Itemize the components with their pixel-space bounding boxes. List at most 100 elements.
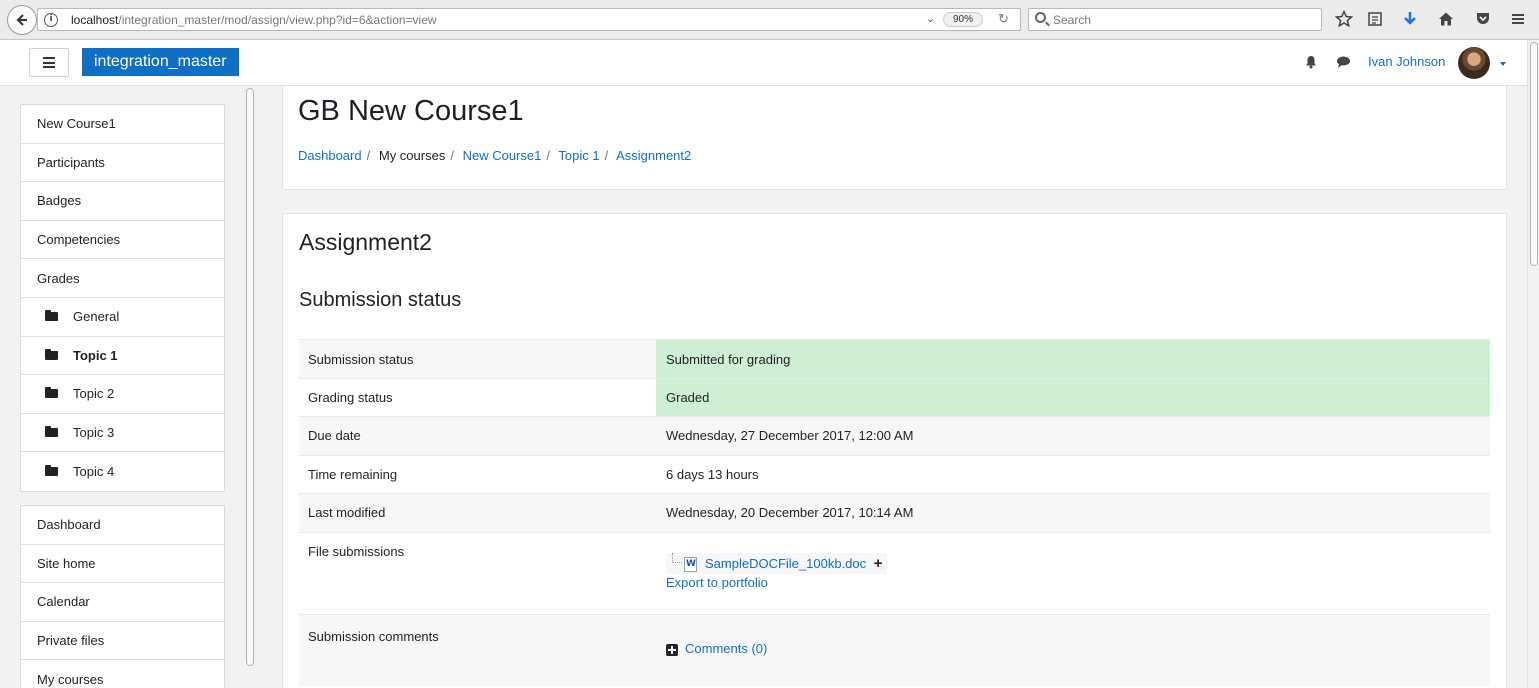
expand-comments-icon[interactable] [666,643,678,656]
sidebar-scrollbar-thumb[interactable] [246,88,254,666]
sidebar-item-calendar[interactable]: Calendar [21,583,224,622]
table-row: File submissions SampleDOCFile_100kb.doc… [299,532,1490,614]
menu-icon[interactable] [1508,9,1528,29]
home-icon[interactable] [1436,9,1456,29]
row-label: Due date [308,428,361,443]
browser-search-input[interactable]: Search [1028,8,1322,31]
sidebar-item-label: General [73,309,120,325]
sidebar-item-general[interactable]: General [21,298,224,337]
user-menu-name[interactable]: Ivan Johnson [1368,54,1445,69]
user-menu-caret-icon[interactable] [1500,62,1506,66]
breadcrumb-assignment[interactable]: Assignment2 [616,148,691,163]
sidebar-item-my-courses[interactable]: My courses [21,660,224,688]
row-value: Wednesday, 20 December 2017, 10:14 AM [666,505,914,520]
back-arrow-icon [16,14,27,26]
breadcrumb-topic[interactable]: Topic 1 [558,148,599,163]
row-label: Time remaining [308,467,398,482]
sidebar-item-site-home[interactable]: Site home [21,545,224,584]
back-button[interactable] [7,5,37,35]
row-value: 6 days 13 hours [666,467,759,482]
search-icon [1035,12,1046,23]
browser-toolbar: i localhost/integration_master/mod/assig… [0,0,1539,40]
sidebar-scrollbar[interactable] [244,88,256,668]
breadcrumb-course[interactable]: New Course1 [463,148,542,163]
breadcrumb-dashboard[interactable]: Dashboard [298,148,362,163]
breadcrumb-separator: / [546,148,550,163]
sidebar-item-private-files[interactable]: Private files [21,622,224,661]
breadcrumb-separator: / [604,148,609,163]
site-navbar: integration_master [0,40,1527,86]
url-text[interactable]: localhost/integration_master/mod/assign/… [71,13,437,27]
sidebar-item-label: Site home [37,555,96,571]
submission-status-table: Submission status Submitted for grading … [299,339,1490,686]
table-row: Grading status Graded [299,378,1490,416]
site-name-link[interactable]: integration_master [82,48,239,76]
zoom-indicator[interactable]: 90% [943,12,983,27]
row-value: Wednesday, 27 December 2017, 12:00 AM [666,428,914,443]
comments-link[interactable]: Comments (0) [685,641,767,656]
folder-icon [45,310,58,322]
sidebar-item-topic-3[interactable]: Topic 3 [21,414,224,453]
file-options-plus-icon[interactable]: + [874,555,883,572]
folder-icon [45,426,58,438]
section-title: Submission status [299,289,462,311]
table-row: Submission status Submitted for grading [299,339,1490,378]
url-history-dropdown-icon[interactable]: ⌄ [926,12,935,25]
word-document-icon [684,557,697,573]
notifications-bell-icon[interactable] [1304,55,1318,69]
sidebar-item-new-course1[interactable]: New Course1 [21,105,224,144]
sidebar-item-grades[interactable]: Grades [21,259,224,298]
sidebar-item-label: Topic 4 [73,464,115,480]
page-scrollbar[interactable] [1527,40,1539,688]
table-row: Last modified Wednesday, 20 December 201… [299,493,1490,532]
hamburger-bar [43,66,55,68]
breadcrumb-separator: / [366,148,371,163]
sidebar-item-competencies[interactable]: Competencies [21,221,224,260]
row-label: Submission comments [308,629,439,644]
site-nav-block: Dashboard Site home Calendar Private fil… [20,505,225,688]
tree-connector [672,553,682,563]
site-info-icon[interactable]: i [44,13,58,27]
sidebar-item-badges[interactable]: Badges [21,182,224,221]
reading-list-icon[interactable] [1365,9,1385,29]
page-scrollbar-thumb[interactable] [1530,42,1538,266]
export-to-portfolio-link[interactable]: Export to portfolio [666,575,768,590]
table-row: Due date Wednesday, 27 December 2017, 12… [299,416,1490,455]
pocket-icon[interactable] [1473,9,1493,29]
sidebar-item-label: Topic 1 [73,347,118,363]
row-value: Comments (0) [656,615,1490,686]
page-title: GB New Course1 [298,95,524,127]
sidebar-item-label: New Course1 [37,116,116,132]
user-avatar[interactable] [1458,47,1490,79]
messages-bubble-icon[interactable] [1336,55,1351,69]
row-label: Grading status [308,390,393,405]
sidebar-item-dashboard[interactable]: Dashboard [21,506,224,545]
sidebar-item-label: Badges [37,193,82,209]
sidebar-item-topic-2[interactable]: Topic 2 [21,375,224,414]
bookmark-star-icon[interactable] [1334,9,1354,29]
sidebar-item-topic-4[interactable]: Topic 4 [21,452,224,491]
sidebar-item-topic-1[interactable]: Topic 1 [21,337,224,376]
assignment-title: Assignment2 [299,229,432,255]
sidebar-item-label: Dashboard [37,517,101,533]
hamburger-bar [43,61,55,64]
nav-drawer-toggle-button[interactable] [29,48,69,77]
row-value: Graded [656,379,1490,416]
sidebar-item-label: Topic 2 [73,386,115,402]
hamburger-icon [43,57,55,59]
row-value: SampleDOCFile_100kb.doc + Export to port… [656,533,1490,614]
row-label: File submissions [308,544,405,559]
submitted-file-link[interactable]: SampleDOCFile_100kb.doc [705,556,866,571]
sidebar-item-participants[interactable]: Participants [21,144,224,183]
sidebar-item-label: Private files [37,633,105,649]
sidebar-item-label: Topic 3 [73,425,115,441]
sidebar-item-label: Competencies [37,232,121,248]
download-icon[interactable] [1400,9,1420,29]
table-row: Time remaining 6 days 13 hours [299,455,1490,493]
address-bar[interactable]: i localhost/integration_master/mod/assig… [37,8,1021,31]
breadcrumb-separator: / [450,148,454,163]
reload-icon[interactable]: ↻ [998,11,1009,27]
course-nav-block: New Course1 Participants Badges Competen… [20,104,225,492]
breadcrumb-my-courses: My courses [378,148,446,163]
sidebar-item-label: Participants [37,154,105,170]
